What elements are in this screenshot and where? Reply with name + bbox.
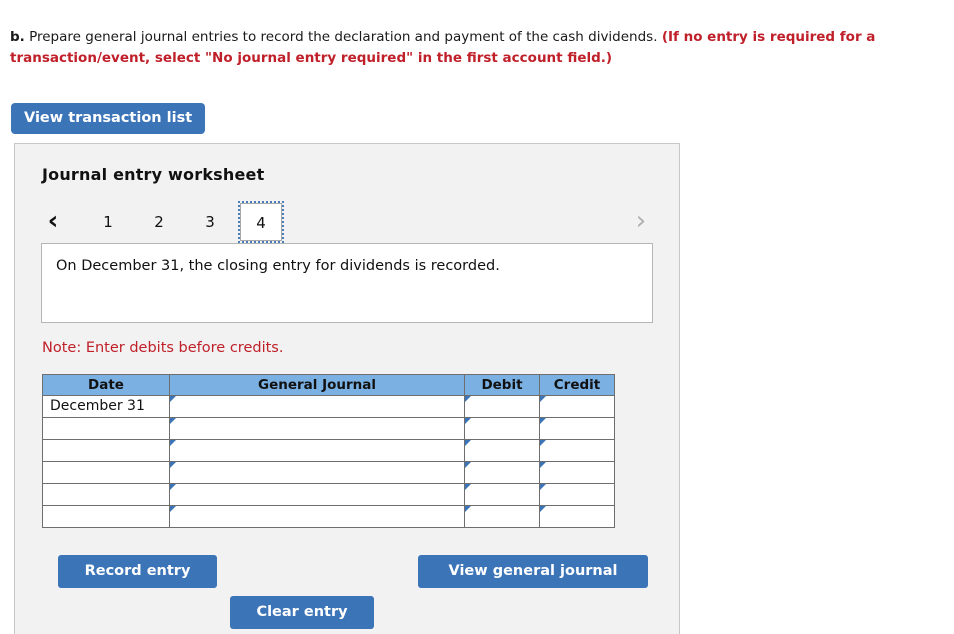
cell-general-journal[interactable] <box>169 505 465 528</box>
dropdown-marker-icon <box>540 418 546 424</box>
column-header-general-journal: General Journal <box>169 374 465 396</box>
cell-date[interactable] <box>42 461 170 484</box>
column-header-date: Date <box>42 374 170 396</box>
instruction-text: b. Prepare general journal entries to re… <box>10 27 948 69</box>
cell-general-journal[interactable] <box>169 439 465 462</box>
cell-credit[interactable] <box>539 483 615 506</box>
cell-date[interactable] <box>42 439 170 462</box>
column-header-credit: Credit <box>539 374 615 396</box>
dropdown-marker-icon <box>540 440 546 446</box>
dropdown-marker-icon <box>170 462 176 468</box>
cell-date[interactable] <box>42 417 170 440</box>
dropdown-marker-icon <box>540 506 546 512</box>
column-header-debit: Debit <box>464 374 540 396</box>
cell-debit[interactable] <box>464 505 540 528</box>
table-row <box>42 505 615 528</box>
worksheet-tabstrip: ‹ 1 2 3 4 › <box>39 201 655 243</box>
view-transaction-list-button[interactable]: View transaction list <box>11 103 206 134</box>
table-row <box>42 439 615 462</box>
table-row <box>42 483 615 506</box>
cell-debit[interactable] <box>464 439 540 462</box>
dropdown-marker-icon <box>465 418 471 424</box>
dropdown-marker-icon <box>170 396 176 402</box>
instruction-prefix: b. <box>10 29 25 45</box>
cell-credit[interactable] <box>539 505 615 528</box>
instruction-main: Prepare general journal entries to recor… <box>24 29 662 45</box>
cell-credit[interactable] <box>539 439 615 462</box>
dropdown-marker-icon <box>465 484 471 490</box>
tab-entry-3[interactable]: 3 <box>189 203 231 241</box>
cell-debit[interactable] <box>464 417 540 440</box>
cell-credit[interactable] <box>539 417 615 440</box>
cell-date[interactable] <box>42 505 170 528</box>
cell-credit[interactable] <box>539 461 615 484</box>
tab-entry-1[interactable]: 1 <box>87 203 129 241</box>
clear-entry-button[interactable]: Clear entry <box>230 596 374 629</box>
cell-date-value: December 31 <box>50 398 145 414</box>
chevron-left-icon[interactable]: ‹ <box>39 201 67 243</box>
view-general-journal-button[interactable]: View general journal <box>418 555 648 588</box>
cell-debit[interactable] <box>464 395 540 418</box>
cell-debit[interactable] <box>464 461 540 484</box>
table-row: December 31 <box>42 395 615 418</box>
dropdown-marker-icon <box>170 506 176 512</box>
dropdown-marker-icon <box>540 484 546 490</box>
cell-debit[interactable] <box>464 483 540 506</box>
tab-entry-4[interactable]: 4 <box>238 201 284 243</box>
cell-general-journal[interactable] <box>169 395 465 418</box>
cell-general-journal[interactable] <box>169 483 465 506</box>
tab-entry-2[interactable]: 2 <box>138 203 180 241</box>
worksheet-title: Journal entry worksheet <box>42 165 265 184</box>
table-row <box>42 461 615 484</box>
journal-entry-worksheet-panel: Journal entry worksheet ‹ 1 2 3 4 › On D… <box>14 143 680 634</box>
dropdown-marker-icon <box>540 462 546 468</box>
cell-date[interactable] <box>42 483 170 506</box>
debits-before-credits-note: Note: Enter debits before credits. <box>42 340 284 356</box>
dropdown-marker-icon <box>465 462 471 468</box>
cell-general-journal[interactable] <box>169 417 465 440</box>
record-entry-button[interactable]: Record entry <box>58 555 217 588</box>
table-row <box>42 417 615 440</box>
dropdown-marker-icon <box>170 418 176 424</box>
cell-credit[interactable] <box>539 395 615 418</box>
dropdown-marker-icon <box>465 440 471 446</box>
transaction-description: On December 31, the closing entry for di… <box>41 243 653 323</box>
cell-date[interactable]: December 31 <box>42 395 170 418</box>
dropdown-marker-icon <box>540 396 546 402</box>
dropdown-marker-icon <box>465 506 471 512</box>
dropdown-marker-icon <box>170 440 176 446</box>
chevron-right-icon[interactable]: › <box>627 201 655 243</box>
dropdown-marker-icon <box>465 396 471 402</box>
cell-general-journal[interactable] <box>169 461 465 484</box>
general-journal-table: Date General Journal Debit Credit Decemb… <box>42 374 615 528</box>
table-header-row: Date General Journal Debit Credit <box>42 374 615 396</box>
dropdown-marker-icon <box>170 484 176 490</box>
